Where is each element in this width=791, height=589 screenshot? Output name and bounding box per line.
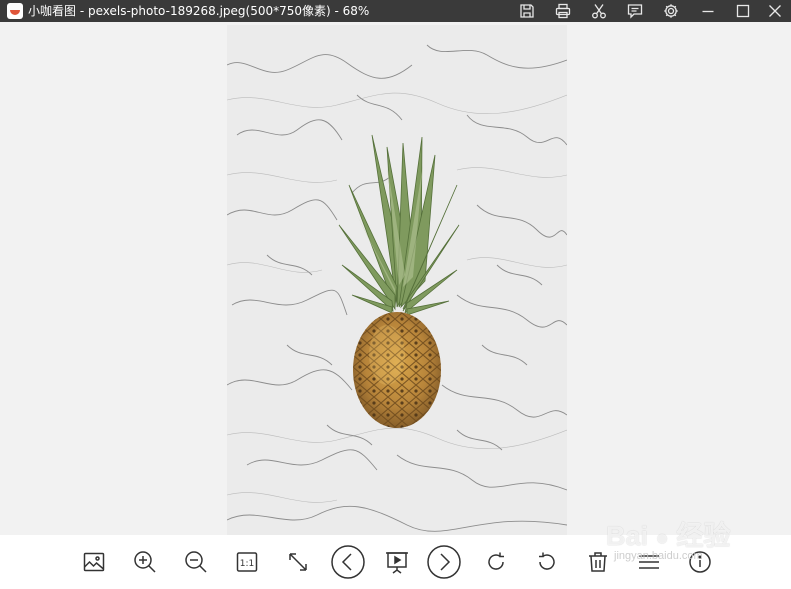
previous-icon xyxy=(331,545,365,579)
actual-size-button[interactable]: 1:1 xyxy=(232,547,262,577)
fit-window-button[interactable] xyxy=(283,547,313,577)
settings-icon xyxy=(664,4,678,18)
fit-window-icon xyxy=(289,553,307,571)
rotate-right-icon xyxy=(488,552,504,570)
pineapple-photo-image xyxy=(227,25,567,535)
print-button[interactable] xyxy=(549,0,577,22)
close-button[interactable] xyxy=(761,0,789,22)
maximize-icon xyxy=(736,4,750,18)
displayed-photo[interactable] xyxy=(227,25,567,535)
open-image-icon xyxy=(83,552,105,572)
close-icon xyxy=(769,5,781,17)
image-viewer-canvas[interactable] xyxy=(0,22,791,535)
save-icon xyxy=(520,4,534,18)
comment-button[interactable] xyxy=(621,0,649,22)
next-icon xyxy=(427,545,461,579)
comment-icon xyxy=(627,4,643,19)
print-icon xyxy=(555,3,571,19)
title-bar: 小咖看图 - pexels-photo-189268.jpeg(500*750像… xyxy=(0,0,791,22)
delete-icon xyxy=(589,552,607,572)
zoom-in-button[interactable] xyxy=(130,547,160,577)
open-image-button[interactable] xyxy=(79,547,109,577)
cut-button[interactable] xyxy=(585,0,613,22)
delete-button[interactable] xyxy=(583,547,613,577)
menu-icon xyxy=(639,555,659,569)
window-title: 小咖看图 - pexels-photo-189268.jpeg(500*750像… xyxy=(28,4,370,18)
save-button[interactable] xyxy=(513,0,541,22)
info-button[interactable] xyxy=(685,547,715,577)
slideshow-button[interactable] xyxy=(382,547,412,577)
zoom-out-button[interactable] xyxy=(181,547,211,577)
actual-size-label: 1:1 xyxy=(240,559,254,569)
actual-size-icon: 1:1 xyxy=(236,552,258,572)
zoom-in-icon xyxy=(134,551,156,573)
minimize-button[interactable] xyxy=(694,0,722,22)
slideshow-icon xyxy=(386,552,408,574)
zoom-out-icon xyxy=(185,551,207,573)
menu-button[interactable] xyxy=(634,547,664,577)
rotate-left-icon xyxy=(539,552,555,570)
previous-image-button[interactable] xyxy=(330,544,366,580)
bottom-toolbar: 1:1 xyxy=(0,535,791,589)
app-logo-icon xyxy=(7,3,23,19)
info-icon xyxy=(689,551,711,573)
next-image-button[interactable] xyxy=(426,544,462,580)
maximize-button[interactable] xyxy=(729,0,757,22)
minimize-icon xyxy=(702,10,714,13)
cut-icon xyxy=(592,4,606,19)
rotate-right-button[interactable] xyxy=(481,547,511,577)
rotate-left-button[interactable] xyxy=(532,547,562,577)
settings-button[interactable] xyxy=(657,0,685,22)
